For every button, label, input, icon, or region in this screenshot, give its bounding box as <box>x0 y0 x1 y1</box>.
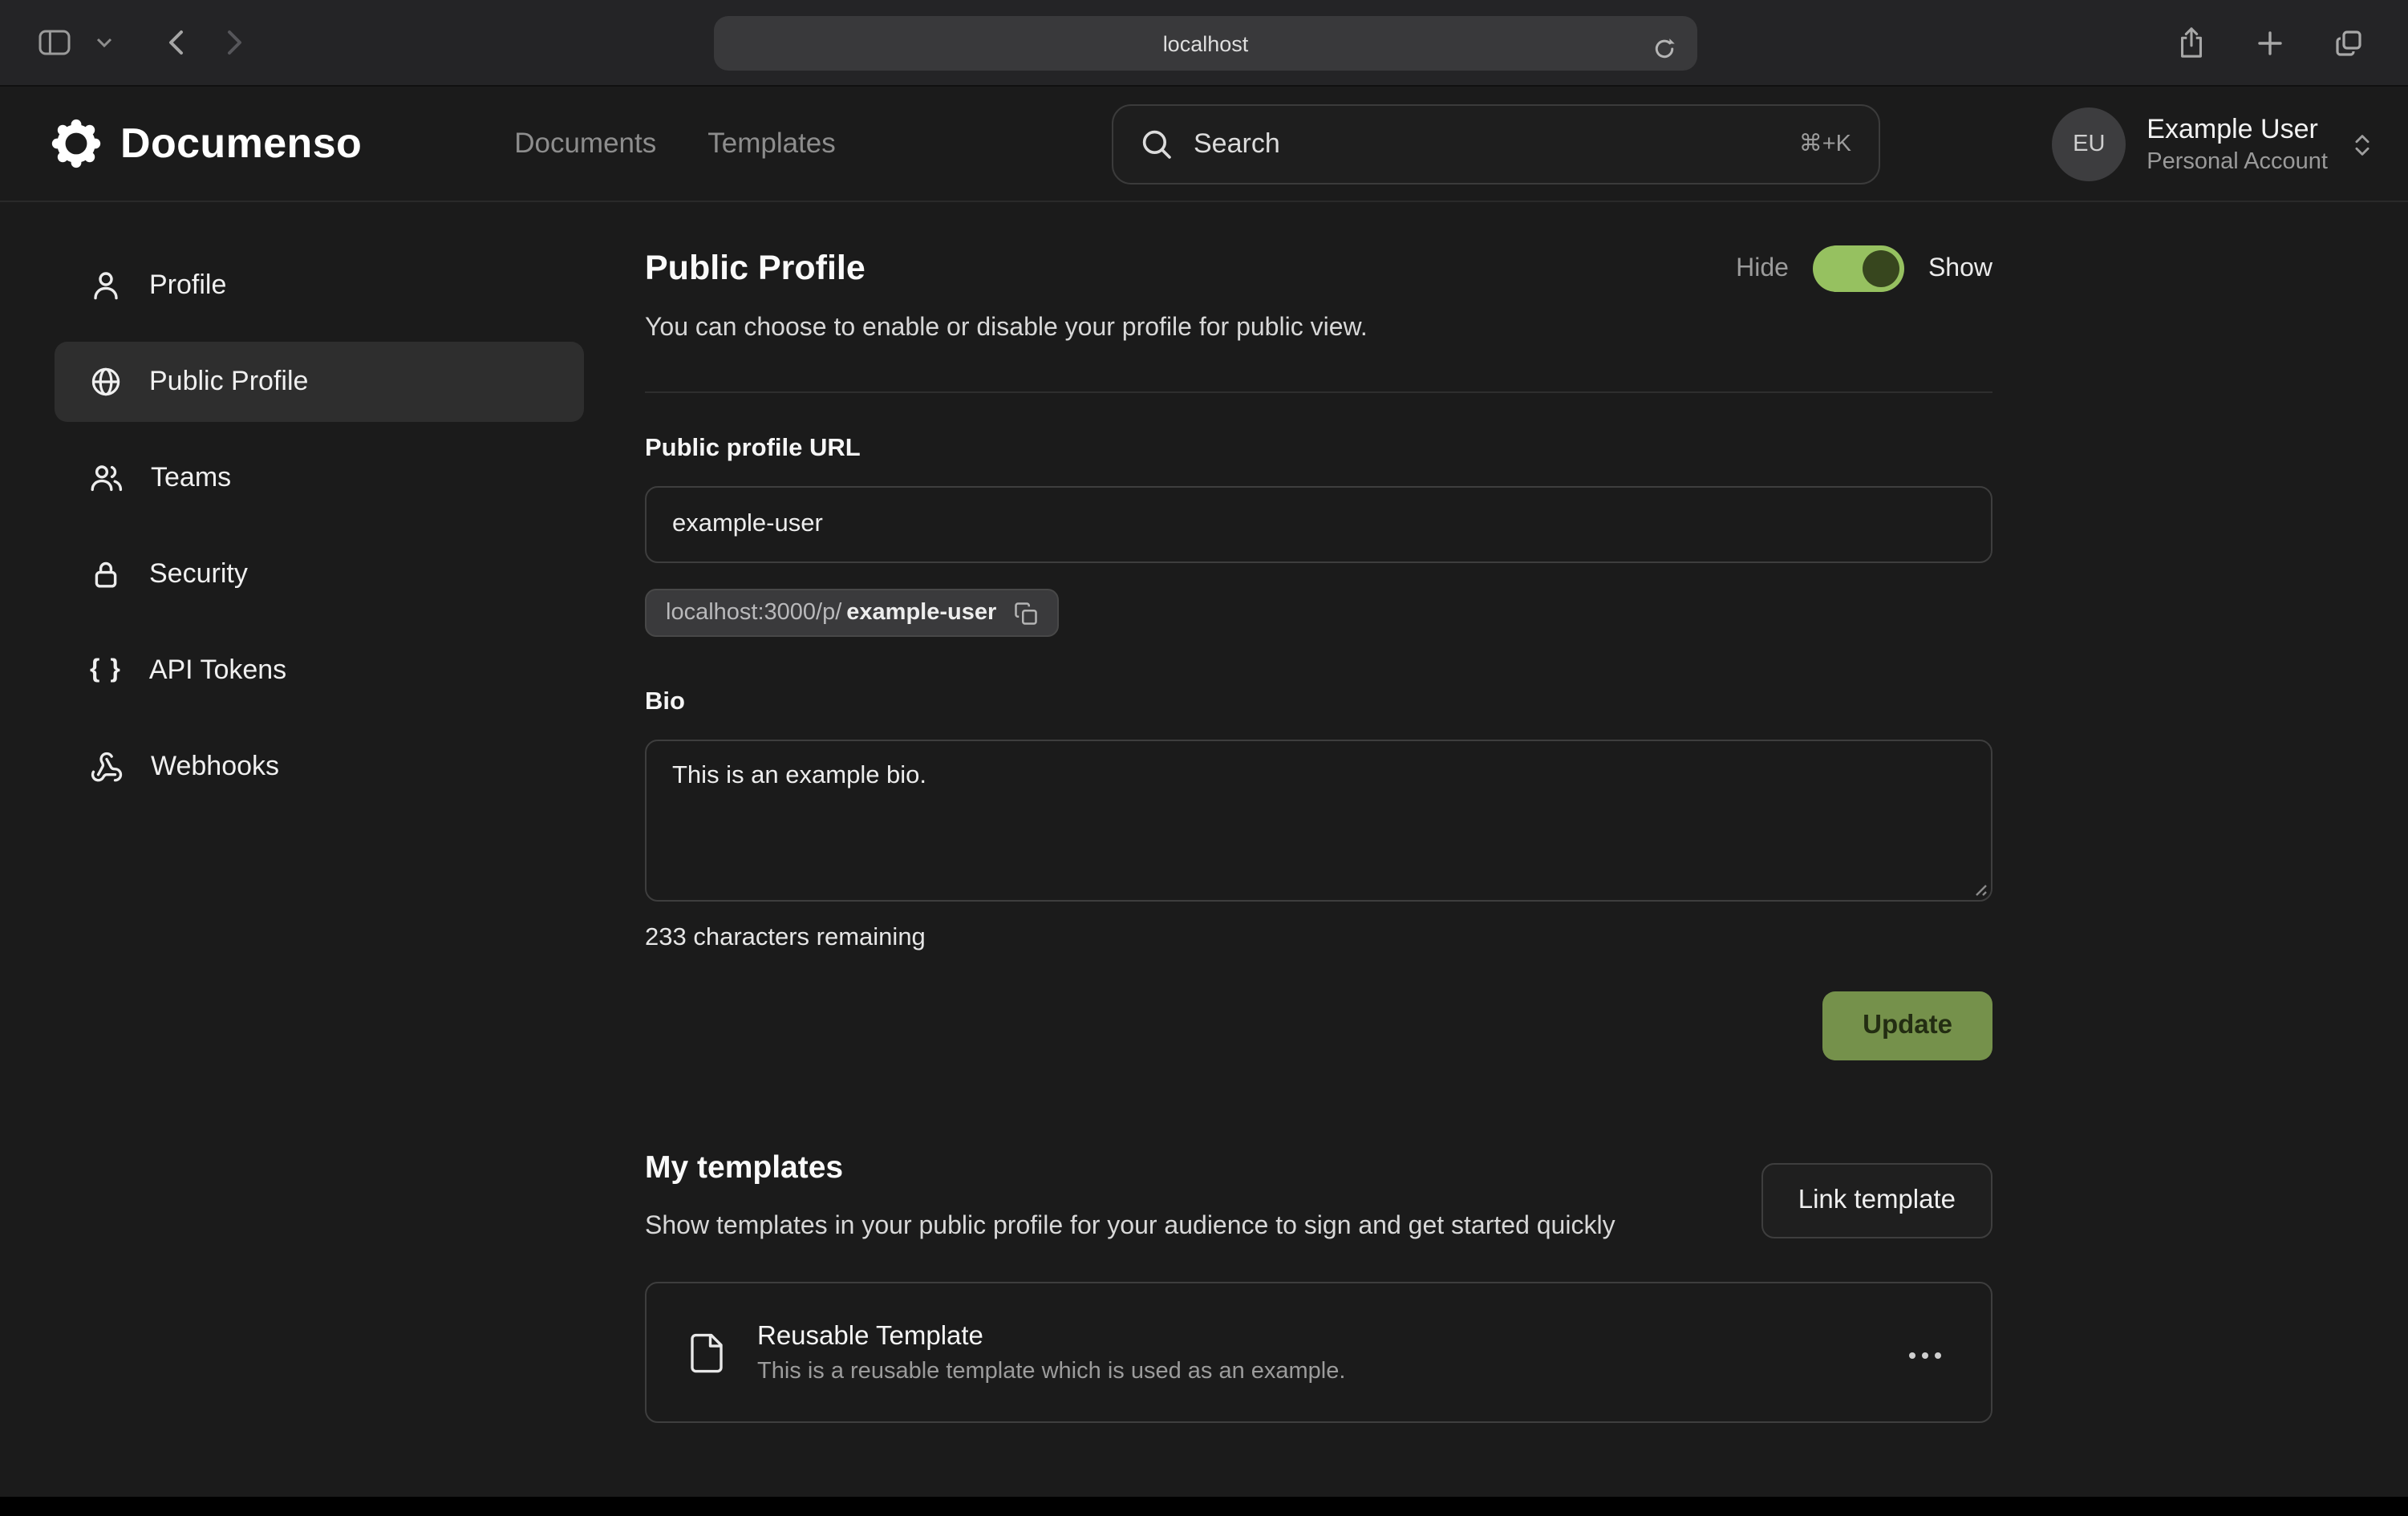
app-header: Documenso Documents Templates ⌘+K EU Exa… <box>0 87 2408 202</box>
chevron-down-icon <box>96 37 112 48</box>
search-input[interactable] <box>1194 128 1778 160</box>
users-icon <box>90 462 124 494</box>
brand-name: Documenso <box>120 119 362 168</box>
sidebar-item-profile[interactable]: Profile <box>55 245 584 326</box>
back-arrow-icon <box>167 29 184 56</box>
sidebar-item-label: API Tokens <box>149 655 286 687</box>
template-menu-button[interactable] <box>1898 1331 1952 1374</box>
search-icon <box>1141 128 1173 160</box>
section-divider <box>645 391 1992 393</box>
sidebar-item-webhooks[interactable]: Webhooks <box>55 727 584 807</box>
toggle-knob <box>1863 250 1899 287</box>
forward-arrow-icon <box>226 29 244 56</box>
sidebar-item-api-tokens[interactable]: { } API Tokens <box>55 630 584 711</box>
back-button[interactable] <box>160 22 191 63</box>
user-icon <box>90 270 122 302</box>
file-icon <box>685 1331 728 1374</box>
profile-url-input[interactable] <box>645 486 1992 563</box>
share-url-prefix: localhost:3000/p/ <box>666 600 841 626</box>
sidebar-toggle-icon <box>39 29 71 56</box>
browser-toolbar: localhost <box>0 0 2408 87</box>
plus-icon <box>2257 30 2283 55</box>
browser-window: localhost <box>0 0 2408 1516</box>
lock-icon <box>90 558 122 590</box>
reload-button[interactable] <box>1646 30 1683 67</box>
reload-icon <box>1652 37 1676 61</box>
window-bottom-edge <box>0 1497 2408 1516</box>
brand-logo[interactable]: Documenso <box>51 119 362 168</box>
sidebar-item-security[interactable]: Security <box>55 534 584 614</box>
bio-textarea[interactable]: This is an example bio. <box>647 741 1991 900</box>
update-button[interactable]: Update <box>1822 991 1992 1060</box>
textarea-resize-handle[interactable] <box>1972 881 1988 897</box>
toolbar-chevron-button[interactable] <box>90 30 119 55</box>
nav-templates[interactable]: Templates <box>707 127 836 160</box>
copy-icon <box>1014 601 1038 625</box>
share-url-slug: example-user <box>846 600 996 626</box>
tab-overview-button[interactable] <box>2328 22 2369 63</box>
copy-url-button[interactable]: localhost:3000/p/example-user <box>645 589 1059 637</box>
link-template-button[interactable]: Link template <box>1761 1163 1992 1238</box>
sidebar-item-teams[interactable]: Teams <box>55 438 584 518</box>
braces-icon: { } <box>90 656 122 685</box>
template-name: Reusable Template <box>757 1321 1345 1352</box>
forward-button[interactable] <box>220 22 250 63</box>
url-field-label: Public profile URL <box>645 435 1992 464</box>
sidebar-item-public-profile[interactable]: Public Profile <box>55 342 584 422</box>
visibility-toggle[interactable] <box>1813 245 1904 292</box>
hide-label: Hide <box>1736 254 1789 283</box>
template-description: This is a reusable template which is use… <box>757 1358 1345 1384</box>
templates-section-title: My templates <box>645 1150 1615 1187</box>
characters-remaining: 233 characters remaining <box>645 924 1992 953</box>
user-name: Example User <box>2147 114 2328 146</box>
avatar-initials: EU <box>2073 132 2105 157</box>
share-button[interactable] <box>2171 19 2212 66</box>
sidebar-item-label: Security <box>149 558 248 590</box>
page-body: Profile Public Profile Teams Security <box>0 202 2408 1423</box>
documenso-logo-icon <box>51 119 101 168</box>
template-list-item: Reusable Template This is a reusable tem… <box>645 1282 1992 1423</box>
tabs-icon <box>2334 28 2363 57</box>
public-profile-panel: Public Profile Hide Show You can choose … <box>645 245 1992 1423</box>
user-menu[interactable]: EU Example User Personal Account <box>2052 107 2376 181</box>
show-label: Show <box>1928 254 1992 283</box>
sidebar-item-label: Teams <box>151 462 231 494</box>
bio-field-label: Bio <box>645 688 1992 717</box>
bio-field-wrapper: This is an example bio. <box>645 740 1992 902</box>
sidebar-item-label: Profile <box>149 270 226 302</box>
settings-sidebar: Profile Public Profile Teams Security <box>55 245 584 807</box>
sidebar-item-label: Public Profile <box>149 366 308 398</box>
page-subtitle: You can choose to enable or disable your… <box>645 314 1992 343</box>
chevrons-up-down-icon <box>2349 131 2376 158</box>
address-bar-url: localhost <box>1163 31 1249 55</box>
profile-visibility-control: Hide Show <box>1736 245 1992 292</box>
address-bar[interactable]: localhost <box>714 16 1697 71</box>
globe-icon <box>90 366 122 398</box>
sidebar-toggle-button[interactable] <box>32 22 77 63</box>
avatar: EU <box>2052 107 2126 181</box>
webhook-icon <box>90 750 124 784</box>
global-search[interactable]: ⌘+K <box>1112 104 1880 184</box>
new-tab-button[interactable] <box>2251 23 2289 62</box>
nav-documents[interactable]: Documents <box>514 127 656 160</box>
top-nav: Documents Templates <box>514 127 836 160</box>
ellipsis-icon <box>1907 1350 1943 1360</box>
page-title: Public Profile <box>645 249 866 289</box>
share-icon <box>2177 26 2206 59</box>
search-shortcut: ⌘+K <box>1799 132 1851 157</box>
sidebar-item-label: Webhooks <box>151 751 279 783</box>
templates-section-subtitle: Show templates in your public profile fo… <box>645 1206 1615 1246</box>
account-type: Personal Account <box>2147 149 2328 175</box>
